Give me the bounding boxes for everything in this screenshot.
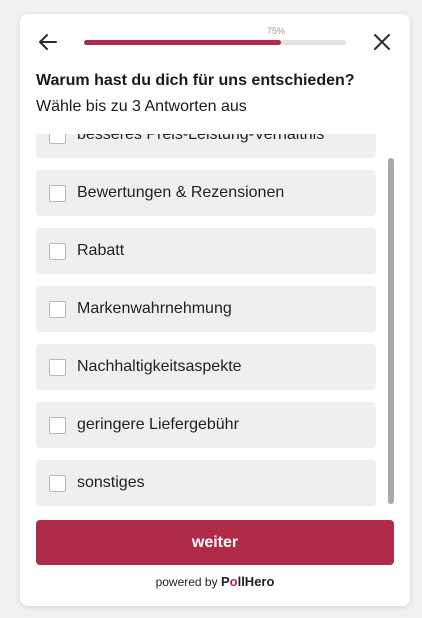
powered-by: powered by PollHero	[20, 574, 410, 589]
progress-label: 75%	[267, 26, 286, 36]
close-button[interactable]	[371, 31, 393, 53]
checkbox[interactable]	[49, 416, 66, 434]
checkbox[interactable]	[49, 184, 66, 202]
option-item[interactable]: Markenwahrnehmung	[36, 286, 376, 332]
option-label: besseres Preis-Leistung-Verhältnis	[77, 134, 325, 143]
option-label: sonstiges	[77, 474, 145, 491]
option-label: Nachhaltigkeitsaspekte	[77, 358, 242, 375]
back-button[interactable]	[37, 31, 59, 53]
option-item[interactable]: Rabatt	[36, 228, 376, 274]
option-item[interactable]: Bewertungen & Rezensionen	[36, 170, 376, 216]
close-icon	[374, 34, 390, 50]
option-item[interactable]: besseres Preis-Leistung-Verhältnis	[36, 134, 376, 158]
checkbox[interactable]	[49, 474, 66, 492]
question-title: Warum hast du dich für uns entschieden?	[36, 72, 355, 89]
option-label: Bewertungen & Rezensionen	[77, 184, 285, 201]
option-label: geringere Liefergebühr	[77, 416, 239, 433]
arrow-left-icon	[39, 34, 57, 50]
option-item[interactable]: Nachhaltigkeitsaspekte	[36, 344, 376, 390]
powered-by-text: powered by	[155, 575, 218, 589]
checkbox[interactable]	[49, 300, 66, 318]
survey-card: 75% Warum hast du dich für uns entschied…	[20, 14, 410, 606]
question-hint: Wähle bis zu 3 Antworten aus	[36, 98, 247, 115]
option-label: Markenwahrnehmung	[77, 300, 232, 317]
options-list: besseres Preis-Leistung-Verhältnis Bewer…	[36, 134, 394, 506]
scrollbar-thumb[interactable]	[388, 158, 394, 504]
scrollbar[interactable]	[388, 134, 394, 506]
option-item[interactable]: geringere Liefergebühr	[36, 402, 376, 448]
option-item[interactable]: sonstiges	[36, 460, 376, 506]
checkbox[interactable]	[49, 358, 66, 376]
checkbox[interactable]	[49, 242, 66, 260]
checkbox[interactable]	[49, 134, 66, 144]
submit-button[interactable]: weiter	[36, 520, 394, 565]
progress-fill	[84, 40, 281, 45]
brand-logo[interactable]: PollHero	[221, 574, 274, 589]
option-label: Rabatt	[77, 242, 125, 259]
progress-bar	[84, 40, 346, 45]
